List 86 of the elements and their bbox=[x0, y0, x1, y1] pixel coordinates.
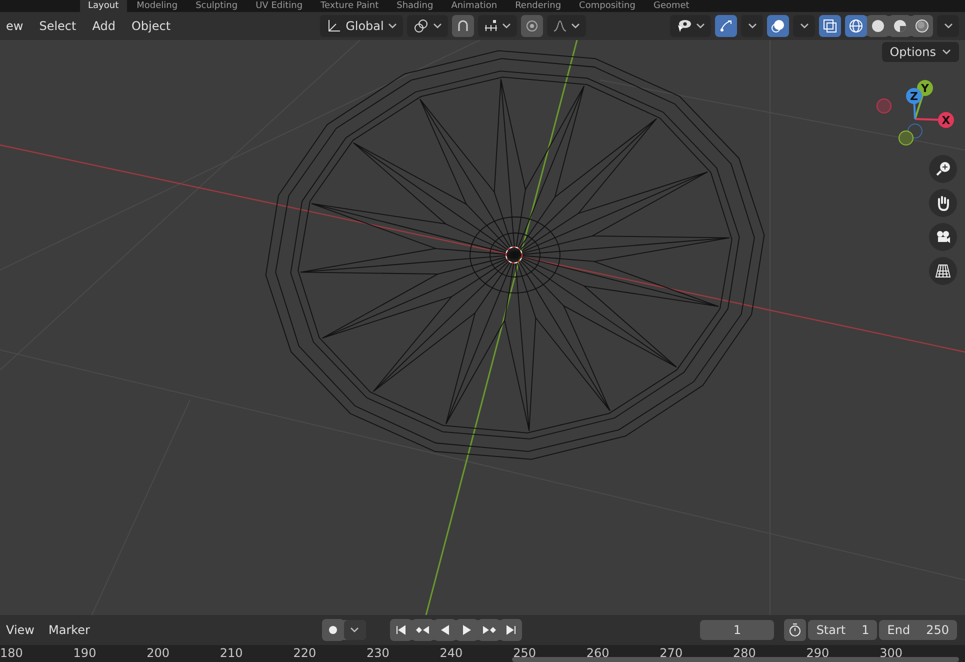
orientation-dropdown[interactable]: Global bbox=[320, 15, 403, 37]
workspace-tab[interactable]: Sculpting bbox=[188, 0, 246, 12]
chevron-icon bbox=[502, 23, 511, 29]
axes-icon bbox=[326, 18, 342, 34]
workspace-tab[interactable]: UV Editing bbox=[248, 0, 311, 12]
record-dot-icon bbox=[328, 625, 338, 635]
frame-number: 210 bbox=[220, 645, 244, 662]
chevron-icon bbox=[432, 23, 442, 29]
rendered-sphere-icon bbox=[915, 19, 929, 33]
increment-icon bbox=[484, 20, 498, 32]
overlapping-squares-icon bbox=[823, 19, 837, 33]
frame-number: 270 bbox=[660, 645, 684, 662]
workspace-tab[interactable]: Texture Paint bbox=[312, 0, 387, 12]
shading-dropdown[interactable] bbox=[937, 15, 959, 37]
chevron-icon bbox=[800, 23, 808, 29]
chevron-icon bbox=[696, 23, 705, 29]
frame-number: 180 bbox=[0, 645, 24, 662]
workspace-tab[interactable]: Rendering bbox=[507, 0, 570, 12]
scrollbar[interactable] bbox=[512, 657, 959, 662]
gizmo-toggle[interactable] bbox=[715, 15, 737, 37]
eye-icon bbox=[676, 19, 692, 33]
frame-number: 200 bbox=[146, 645, 170, 662]
jump-start-icon[interactable] bbox=[390, 619, 412, 641]
navigation-gizmo-drawing: X Y Z bbox=[876, 80, 954, 146]
chevron-icon bbox=[942, 49, 951, 55]
options-dropdown[interactable]: Options bbox=[882, 42, 959, 62]
record-button[interactable] bbox=[322, 619, 344, 641]
frame-number: 250 bbox=[513, 645, 537, 662]
workspace-tab[interactable]: Layout bbox=[80, 0, 127, 12]
menu-item[interactable]: Marker bbox=[42, 623, 96, 637]
solid-sphere-icon bbox=[871, 19, 885, 33]
magnet-icon bbox=[456, 19, 470, 33]
frame-number: 220 bbox=[293, 645, 318, 662]
origin-cursor-icon bbox=[506, 246, 522, 264]
frame-number: 190 bbox=[73, 645, 98, 662]
falloff-dropdown[interactable] bbox=[546, 15, 586, 37]
menu-item[interactable]: View bbox=[0, 623, 40, 637]
solid-shading-button[interactable] bbox=[867, 15, 889, 37]
overlay-toggle[interactable] bbox=[767, 15, 789, 37]
pivot-icon bbox=[412, 18, 429, 34]
workspace-tab[interactable]: Geomet bbox=[645, 0, 698, 12]
stopwatch-icon[interactable] bbox=[784, 619, 806, 641]
camera-icon[interactable] bbox=[929, 223, 957, 251]
chevron-icon bbox=[944, 23, 952, 29]
snap-toggle[interactable] bbox=[452, 15, 474, 37]
end-frame-field[interactable]: End 250 bbox=[879, 620, 957, 640]
xray-toggle[interactable] bbox=[819, 15, 841, 37]
menu-item[interactable]: ew bbox=[0, 19, 30, 33]
target-circle-icon bbox=[526, 20, 538, 32]
frame-number: 260 bbox=[586, 645, 610, 662]
wireframe-shading-button[interactable] bbox=[845, 15, 867, 37]
workspace-tab[interactable]: Animation bbox=[443, 0, 506, 12]
chevron-icon bbox=[388, 23, 397, 29]
frame-number: 300 bbox=[880, 645, 904, 662]
chevron-icon bbox=[350, 627, 360, 633]
grid-view-icon[interactable] bbox=[929, 257, 957, 285]
wireframe-sphere-icon bbox=[849, 19, 863, 33]
gizmo-dropdown[interactable] bbox=[741, 15, 763, 37]
workspace-tab[interactable]: Compositing bbox=[571, 0, 644, 12]
curved-arrow-icon bbox=[719, 19, 733, 33]
overlapping-circles-icon bbox=[771, 19, 785, 33]
frame-number: 290 bbox=[806, 645, 830, 662]
jump-end-icon[interactable] bbox=[500, 619, 522, 641]
start-frame-field[interactable]: Start 1 bbox=[808, 620, 878, 640]
falloff-curve-icon bbox=[552, 20, 567, 32]
keying-dropdown[interactable] bbox=[344, 620, 366, 640]
chevron-icon bbox=[748, 23, 756, 29]
menu-item[interactable]: Add bbox=[86, 19, 122, 33]
current-frame-field[interactable]: 1 bbox=[700, 620, 774, 640]
menu-item[interactable]: Object bbox=[125, 19, 177, 33]
rendered-shading-button[interactable] bbox=[911, 15, 933, 37]
chevron-icon bbox=[570, 23, 580, 29]
snap-target-dropdown[interactable] bbox=[478, 15, 517, 37]
overlay-dropdown[interactable] bbox=[793, 15, 815, 37]
material-sphere-icon bbox=[893, 19, 907, 33]
menu-item[interactable]: Select bbox=[33, 19, 82, 33]
zoom-icon[interactable] bbox=[929, 155, 957, 183]
pivot-dropdown[interactable] bbox=[406, 15, 448, 37]
workspace-tab[interactable]: Modeling bbox=[128, 0, 186, 12]
hand-icon[interactable] bbox=[929, 189, 957, 217]
proportional-edit-toggle[interactable] bbox=[520, 15, 543, 37]
frame-number: 280 bbox=[732, 645, 757, 662]
visibility-dropdown[interactable] bbox=[670, 15, 711, 37]
frame-number: 240 bbox=[440, 645, 464, 662]
frame-number: 230 bbox=[366, 645, 390, 662]
workspace-tab[interactable]: Shading bbox=[388, 0, 442, 12]
